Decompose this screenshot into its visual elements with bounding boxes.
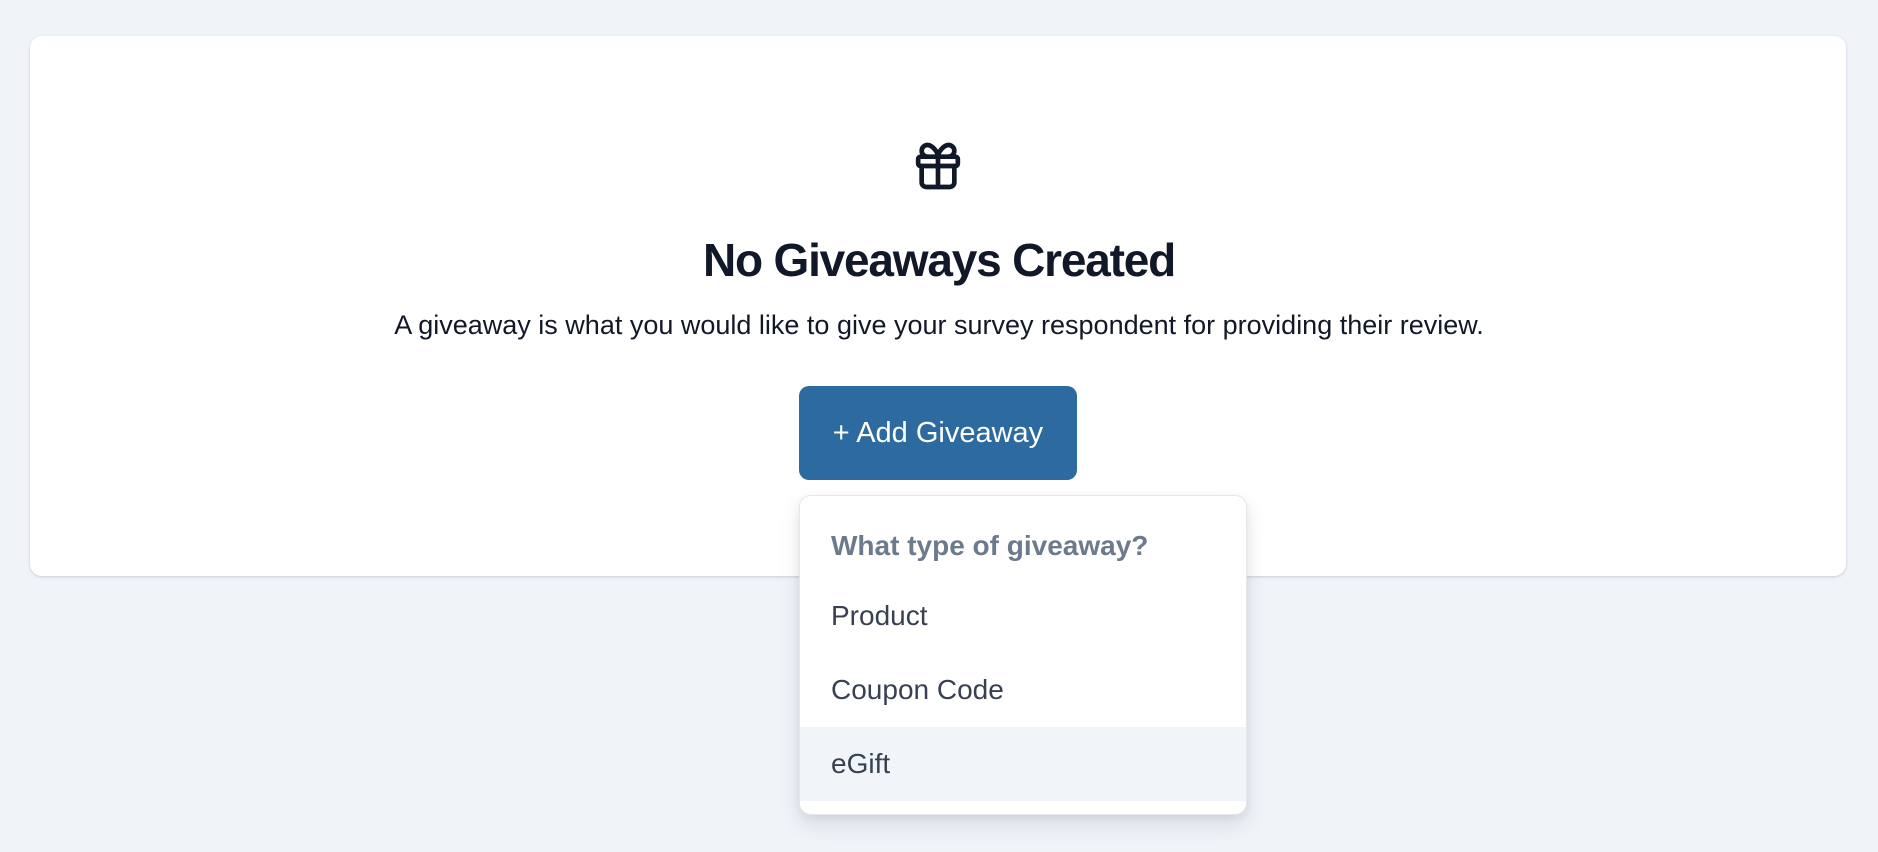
- gift-icon: [910, 138, 966, 194]
- giveaway-type-dropdown: What type of giveaway? Product Coupon Co…: [799, 495, 1247, 815]
- empty-state-description: A giveaway is what you would like to giv…: [394, 310, 1484, 340]
- option-egift[interactable]: eGift: [800, 727, 1246, 801]
- option-coupon-code[interactable]: Coupon Code: [800, 653, 1246, 727]
- option-product[interactable]: Product: [800, 579, 1246, 653]
- page-title: No Giveaways Created: [702, 234, 1176, 286]
- dropdown-heading: What type of giveaway?: [831, 530, 1149, 561]
- add-giveaway-button[interactable]: + Add Giveaway: [799, 386, 1077, 480]
